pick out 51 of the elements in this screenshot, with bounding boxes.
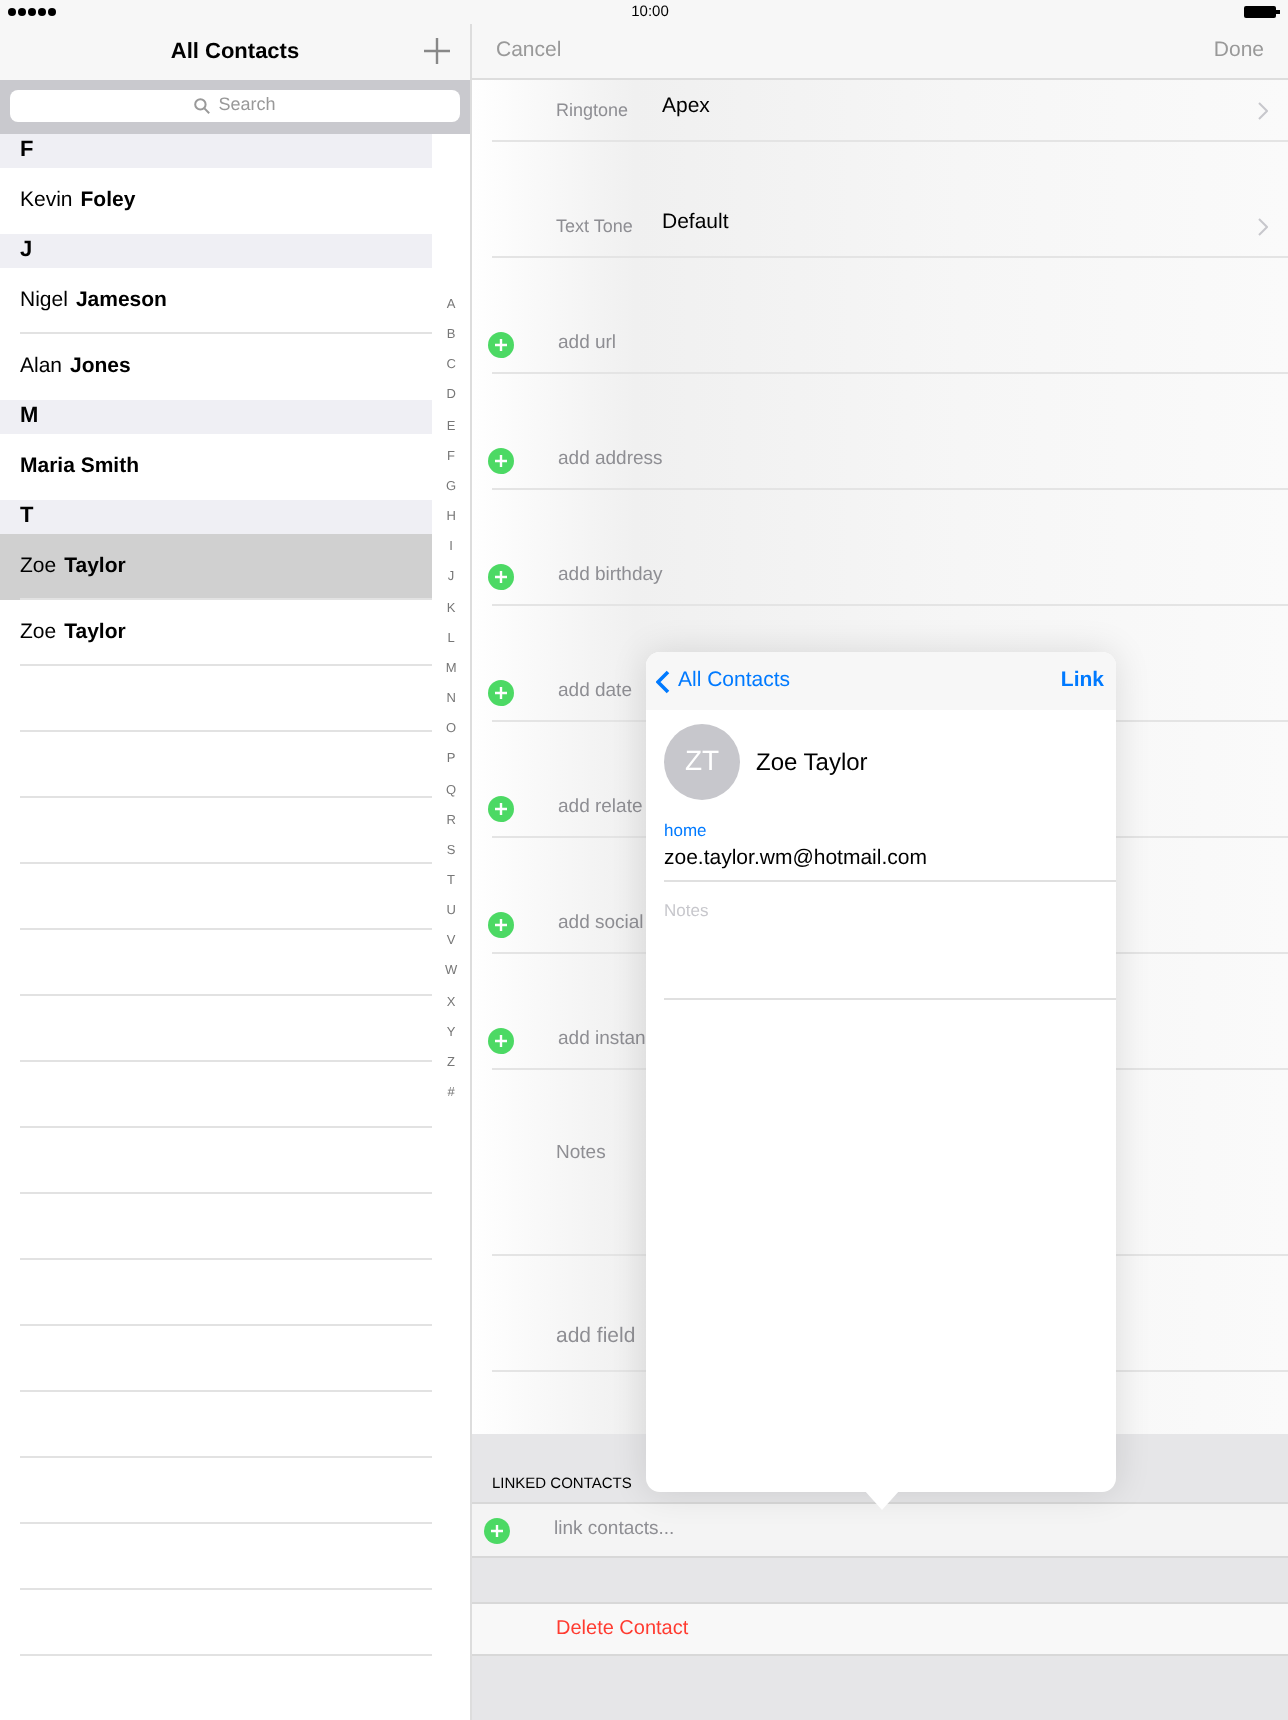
notes-field[interactable]: Notes (556, 1140, 606, 1169)
contact-row[interactable]: Kevin Foley (0, 168, 433, 234)
search-icon (194, 98, 211, 114)
contact-row[interactable]: Maria Smith (0, 434, 433, 500)
search-field[interactable]: Search (10, 90, 460, 122)
field-value: Default (662, 208, 729, 239)
add-icon[interactable] (488, 680, 514, 706)
add-field-button[interactable]: add instan (558, 1025, 646, 1054)
section-letter: J (0, 234, 433, 268)
setting-row[interactable]: Ringtone Apex (492, 80, 1288, 142)
contact-row[interactable]: Zoe Taylor (0, 534, 433, 600)
add-field-button[interactable]: add relate (558, 793, 643, 822)
battery-icon (1244, 6, 1280, 18)
cancel-button[interactable]: Cancel (496, 35, 562, 67)
chevron-icon (1258, 218, 1268, 236)
email-value: zoe.taylor.wm@hotmail.com (664, 843, 929, 874)
field-value: Apex (662, 92, 710, 123)
section-letter: T (0, 500, 433, 534)
signal-icon (8, 8, 56, 16)
section-letter: M (0, 400, 433, 434)
link-contacts-row[interactable]: link contacts... (472, 1504, 1288, 1558)
chevron-icon (1258, 102, 1268, 120)
delete-contact-button[interactable]: Delete Contact (472, 1602, 1288, 1656)
contact-name: Zoe Taylor (756, 745, 868, 779)
add-icon[interactable] (424, 38, 450, 64)
field-label: Text Tone (554, 213, 635, 239)
add-field-button[interactable]: add url (558, 329, 617, 358)
add-icon[interactable] (488, 564, 514, 590)
back-chevron-icon (656, 669, 670, 693)
contact-row[interactable]: Zoe Taylor (0, 600, 433, 666)
add-icon[interactable] (488, 1028, 514, 1054)
contact-row[interactable]: Alan Jones (0, 334, 433, 400)
add-icon[interactable] (484, 1517, 510, 1543)
add-icon[interactable] (488, 332, 514, 358)
email-label: home (664, 818, 709, 844)
add-icon[interactable] (488, 448, 514, 474)
add-field-button[interactable]: add address (558, 445, 663, 474)
link-button[interactable]: Link (1060, 665, 1104, 697)
field-label: Ringtone (554, 97, 631, 124)
add-field-button[interactable]: add social (558, 909, 644, 938)
back-button[interactable]: All Contacts (656, 665, 791, 697)
add-field-button[interactable]: add field (556, 1322, 636, 1354)
contact-row[interactable]: Nigel Jameson (0, 268, 433, 334)
section-letter: F (0, 134, 433, 168)
add-field-button[interactable]: add birthday (558, 561, 663, 590)
add-icon[interactable] (488, 796, 514, 822)
add-icon[interactable] (488, 912, 514, 938)
add-field-button[interactable]: add date (558, 677, 632, 706)
done-button[interactable]: Done (1213, 35, 1264, 67)
panel-title: All Contacts (170, 37, 300, 68)
avatar: ZT (664, 723, 740, 799)
